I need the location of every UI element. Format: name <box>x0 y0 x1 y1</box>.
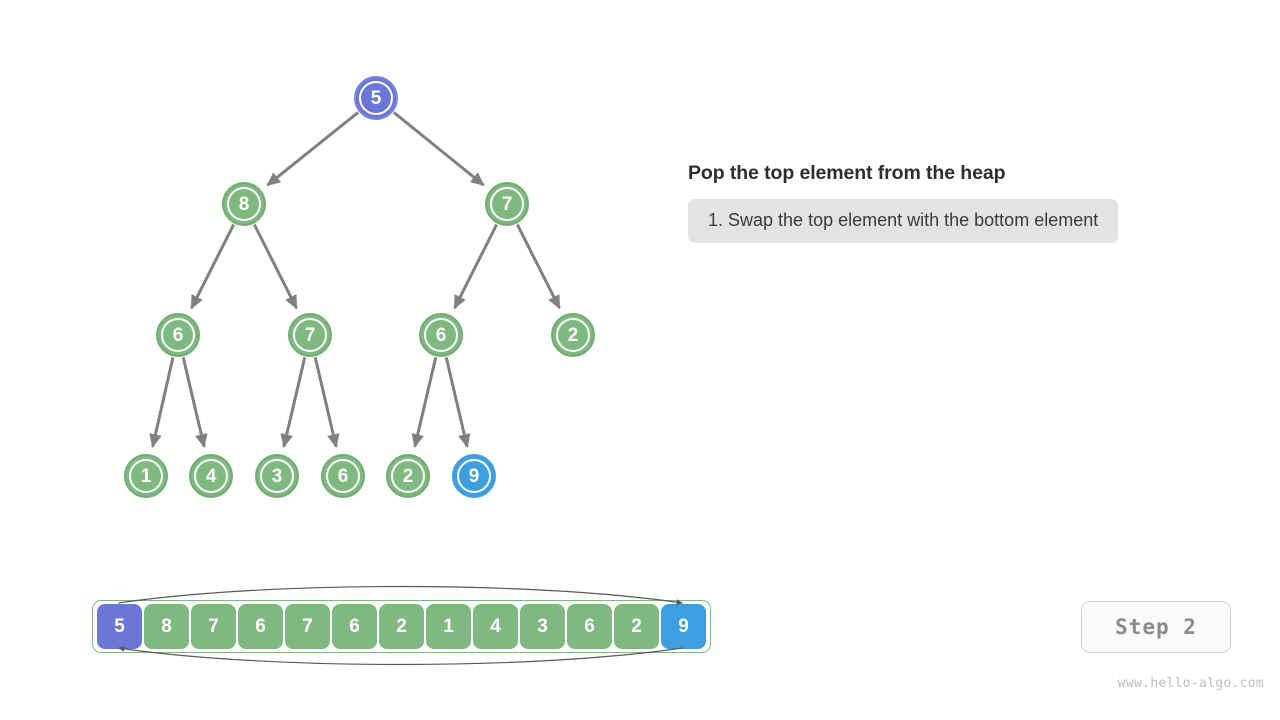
tree-edge <box>313 357 340 448</box>
tree-node-value: 7 <box>501 193 513 215</box>
array-cell: 4 <box>473 604 518 649</box>
array-cell: 9 <box>661 604 706 649</box>
array-cell: 3 <box>520 604 565 649</box>
tree-node-value: 5 <box>370 87 382 109</box>
tree-edge <box>453 223 498 310</box>
tree-edge <box>280 357 307 448</box>
tree-node-value: 9 <box>468 465 480 487</box>
tree-node-value: 7 <box>304 324 316 346</box>
tree-node-value: 3 <box>271 465 283 487</box>
array-container: 5876762143629 <box>92 600 711 653</box>
tree-node: 4 <box>189 454 233 498</box>
tree-edge <box>444 357 471 448</box>
tree-edge <box>190 223 235 310</box>
array-cell: 2 <box>614 604 659 649</box>
instruction-panel: Pop the top element from the heap 1. Swa… <box>688 162 1248 243</box>
step-description: 1. Swap the top element with the bottom … <box>688 199 1119 243</box>
heap-array-diagram: 5876762143629 <box>80 578 740 668</box>
tree-edge <box>266 111 360 187</box>
array-cell: 1 <box>426 604 471 649</box>
tree-node: 6 <box>156 313 200 357</box>
tree-node-value: 2 <box>567 324 579 346</box>
tree-node: 1 <box>124 454 168 498</box>
tree-node-value: 6 <box>172 324 184 346</box>
tree-node: 7 <box>288 313 332 357</box>
array-cell: 6 <box>332 604 377 649</box>
tree-edge <box>253 223 298 310</box>
tree-node: 8 <box>222 182 266 226</box>
tree-node: 7 <box>485 182 529 226</box>
tree-node: 9 <box>452 454 496 498</box>
tree-node: 3 <box>255 454 299 498</box>
array-cell: 5 <box>97 604 142 649</box>
status-badge: Step 2 <box>1081 601 1231 653</box>
heap-tree-diagram: 5 8 7 6 7 6 2 1 4 3 6 2 9 <box>0 0 660 560</box>
array-cell: 6 <box>567 604 612 649</box>
array-cell: 6 <box>238 604 283 649</box>
array-cell: 8 <box>144 604 189 649</box>
tree-node-value: 1 <box>140 465 152 487</box>
tree-node-value: 6 <box>435 324 447 346</box>
tree-edge <box>149 357 175 448</box>
array-cell: 2 <box>379 604 424 649</box>
tree-node: 2 <box>551 313 595 357</box>
tree-node-value: 2 <box>402 465 414 487</box>
tree-edge <box>516 223 561 310</box>
array-cell: 7 <box>191 604 236 649</box>
array-cell: 7 <box>285 604 330 649</box>
page-title: Pop the top element from the heap <box>688 162 1006 184</box>
tree-node: 5 <box>354 76 398 120</box>
tree-node: 6 <box>419 313 463 357</box>
tree-node-value: 6 <box>337 465 349 487</box>
tree-node-value: 4 <box>205 465 217 487</box>
tree-edge <box>392 111 485 187</box>
watermark: www.hello-algo.com <box>1117 676 1264 691</box>
tree-node: 6 <box>321 454 365 498</box>
tree-edge <box>411 357 438 448</box>
tree-edge <box>181 357 208 448</box>
tree-node: 2 <box>386 454 430 498</box>
tree-node-value: 8 <box>238 193 250 215</box>
